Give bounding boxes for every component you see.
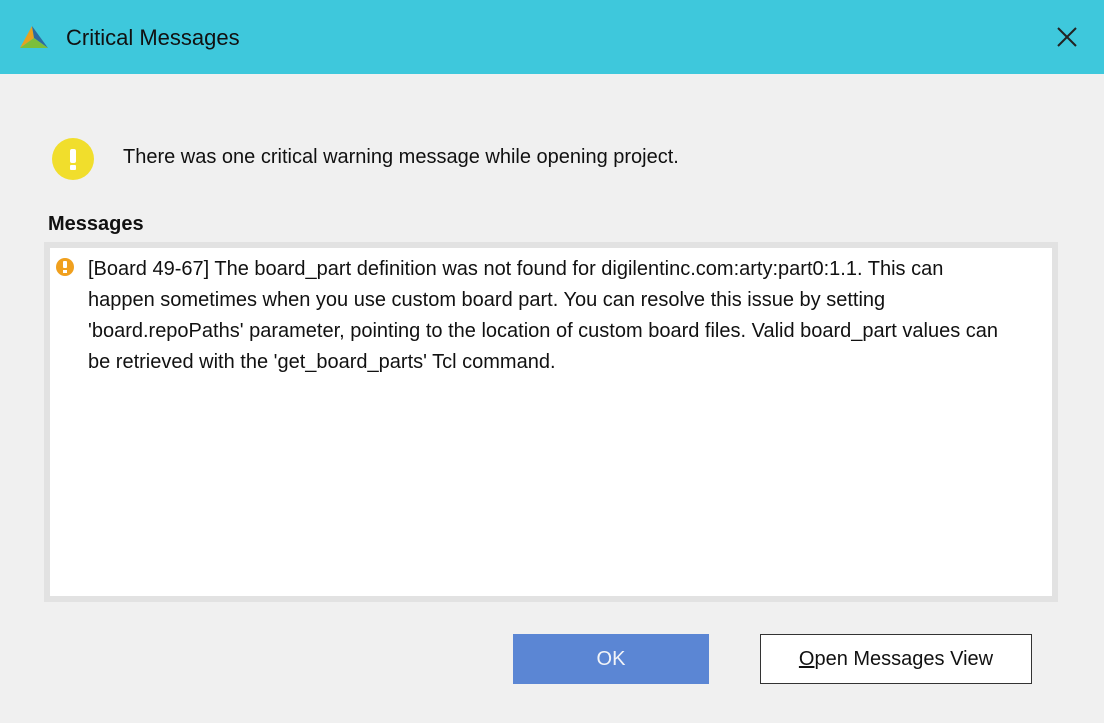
- messages-list[interactable]: [Board 49-67] The board_part definition …: [44, 242, 1058, 602]
- close-button[interactable]: [1030, 0, 1104, 74]
- warning-icon: [52, 138, 94, 180]
- summary-text: There was one critical warning message w…: [123, 146, 679, 168]
- button-label: pen Messages View: [814, 647, 994, 670]
- title-bar: Critical Messages: [0, 0, 1104, 74]
- open-messages-view-button[interactable]: Open Messages View: [760, 634, 1032, 684]
- messages-heading: Messages: [48, 213, 144, 235]
- list-item[interactable]: [Board 49-67] The board_part definition …: [56, 254, 1012, 378]
- close-icon: [1057, 27, 1077, 47]
- mnemonic-letter: O: [798, 647, 815, 670]
- messages-list-content: [Board 49-67] The board_part definition …: [50, 248, 1052, 596]
- critical-messages-dialog: Critical Messages There was one critical…: [0, 0, 1104, 723]
- vivado-logo-icon: [20, 26, 48, 48]
- window-title: Critical Messages: [66, 25, 240, 50]
- critical-warning-icon: [56, 258, 74, 276]
- ok-button[interactable]: OK: [513, 634, 709, 684]
- message-text: [Board 49-67] The board_part definition …: [88, 258, 999, 373]
